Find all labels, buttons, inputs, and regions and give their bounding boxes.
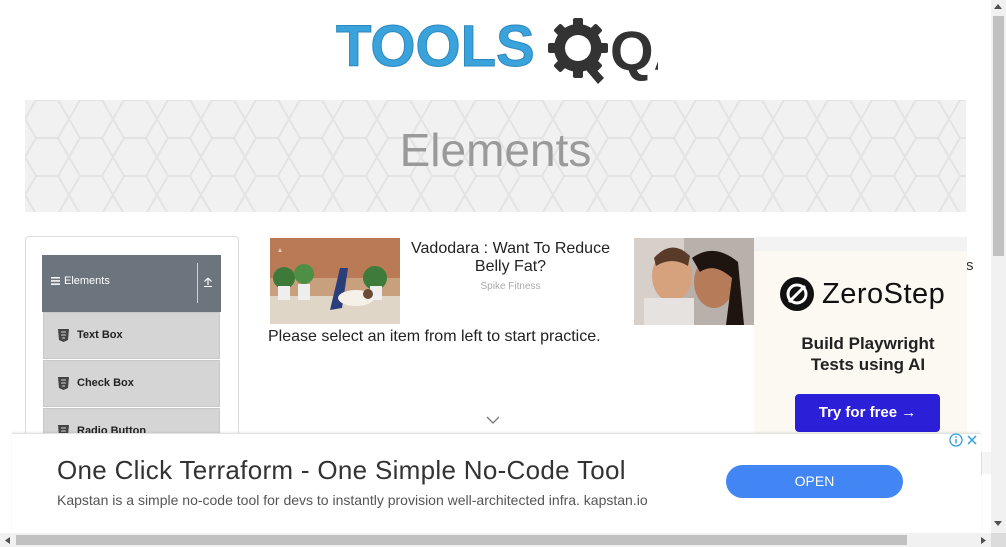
vertical-scrollbar-thumb[interactable] [993,16,1004,256]
sidebar-item-check-box[interactable]: Check Box [43,360,220,407]
ad-card-title[interactable]: Vadodara : Want To Reduce Belly Fat? [405,240,616,276]
ad-info-icon[interactable] [949,433,963,447]
menu-icon [51,277,60,285]
ad-card-sponsor: Spike Fitness [480,281,541,292]
toolsqa-logo[interactable]: TOOLS QA [336,14,694,92]
ad-headline[interactable]: One Click Terraform - One Simple No-Code… [57,455,626,486]
sidebar-group-label: Elements [64,275,110,287]
scrollbar-corner [991,533,1006,547]
html5-icon [58,377,69,390]
instruction-text: Please select an item from left to start… [268,328,601,345]
ad-card-title-partial[interactable]: s [966,257,974,274]
scroll-up-arrow-icon[interactable] [993,2,1003,10]
page-title: Elements [399,124,592,176]
logo-text-tools: TOOLS [336,14,535,79]
sidebar: Elements Text Box Check Box Radio Button [25,236,239,458]
page-banner: Elements [25,100,966,212]
sidebar-item-label: Check Box [77,377,134,389]
scroll-down-arrow-icon[interactable] [993,520,1003,528]
logo-text-qa: QA [610,19,658,82]
scroll-left-arrow-icon[interactable] [3,536,11,545]
zerostep-logo-icon [780,277,814,311]
chevron-down-icon[interactable] [486,416,500,425]
gear-icon [548,18,608,84]
ad-description: Kapstan is a simple no-code tool for dev… [57,492,648,508]
horizontal-scrollbar-thumb[interactable] [16,535,907,545]
try-for-free-button[interactable]: Try for free → [795,394,940,432]
ad-close-icon[interactable] [965,433,979,447]
header-divider [197,263,198,303]
zerostep-tagline: Build Playwright Tests using AI [801,334,935,374]
zerostep-name: ZeroStep [822,278,946,310]
sidebar-item-text-box[interactable]: Text Box [43,312,220,359]
ad-card-image[interactable] [634,238,754,325]
ad-open-button[interactable]: OPEN [726,465,903,498]
sidebar-group-elements[interactable]: Elements [42,255,221,312]
ad-card-image[interactable] [270,238,400,324]
zerostep-ad-top-strip [754,237,967,251]
scroll-right-arrow-icon[interactable] [980,536,988,545]
html5-icon [58,329,69,342]
collapse-icon[interactable] [203,276,213,288]
sidebar-item-label: Text Box [77,329,123,341]
